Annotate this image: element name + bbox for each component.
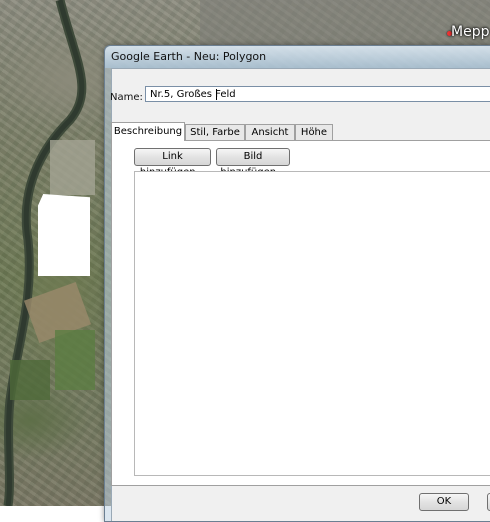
tab-label: Höhe xyxy=(300,127,328,138)
ok-button[interactable]: OK xyxy=(419,493,469,511)
field-patch xyxy=(50,140,95,195)
add-link-button[interactable]: Link hinzufügen... xyxy=(134,148,211,178)
tab-stil-farbe[interactable]: Stil, Farbe xyxy=(185,124,245,140)
field-patch xyxy=(55,330,95,390)
text-caret xyxy=(216,89,217,100)
tab-beschreibung[interactable]: Beschreibung xyxy=(111,122,185,141)
description-tab-panel: Link hinzufügen... Bild hinzufügen... xyxy=(111,140,490,486)
new-polygon-dialog: Google Earth - Neu: Polygon Name: Beschr… xyxy=(104,45,490,522)
field-patch xyxy=(200,0,490,45)
tab-ansicht[interactable]: Ansicht xyxy=(245,124,295,140)
tab-label: Ansicht xyxy=(251,127,289,138)
tab-hoehe[interactable]: Höhe xyxy=(295,124,333,140)
city-label[interactable]: Mepp xyxy=(451,24,489,40)
tab-label: Stil, Farbe xyxy=(190,127,240,138)
name-label: Name: xyxy=(110,92,143,103)
field-patch xyxy=(10,360,50,400)
polygon-shape[interactable] xyxy=(38,194,90,276)
description-textarea[interactable] xyxy=(134,171,490,476)
name-input[interactable] xyxy=(145,86,490,102)
dialog-title: Google Earth - Neu: Polygon xyxy=(111,50,267,63)
dialog-titlebar[interactable]: Google Earth - Neu: Polygon xyxy=(105,46,490,68)
tab-label: Beschreibung xyxy=(113,126,183,137)
add-image-button[interactable]: Bild hinzufügen... xyxy=(216,148,290,178)
